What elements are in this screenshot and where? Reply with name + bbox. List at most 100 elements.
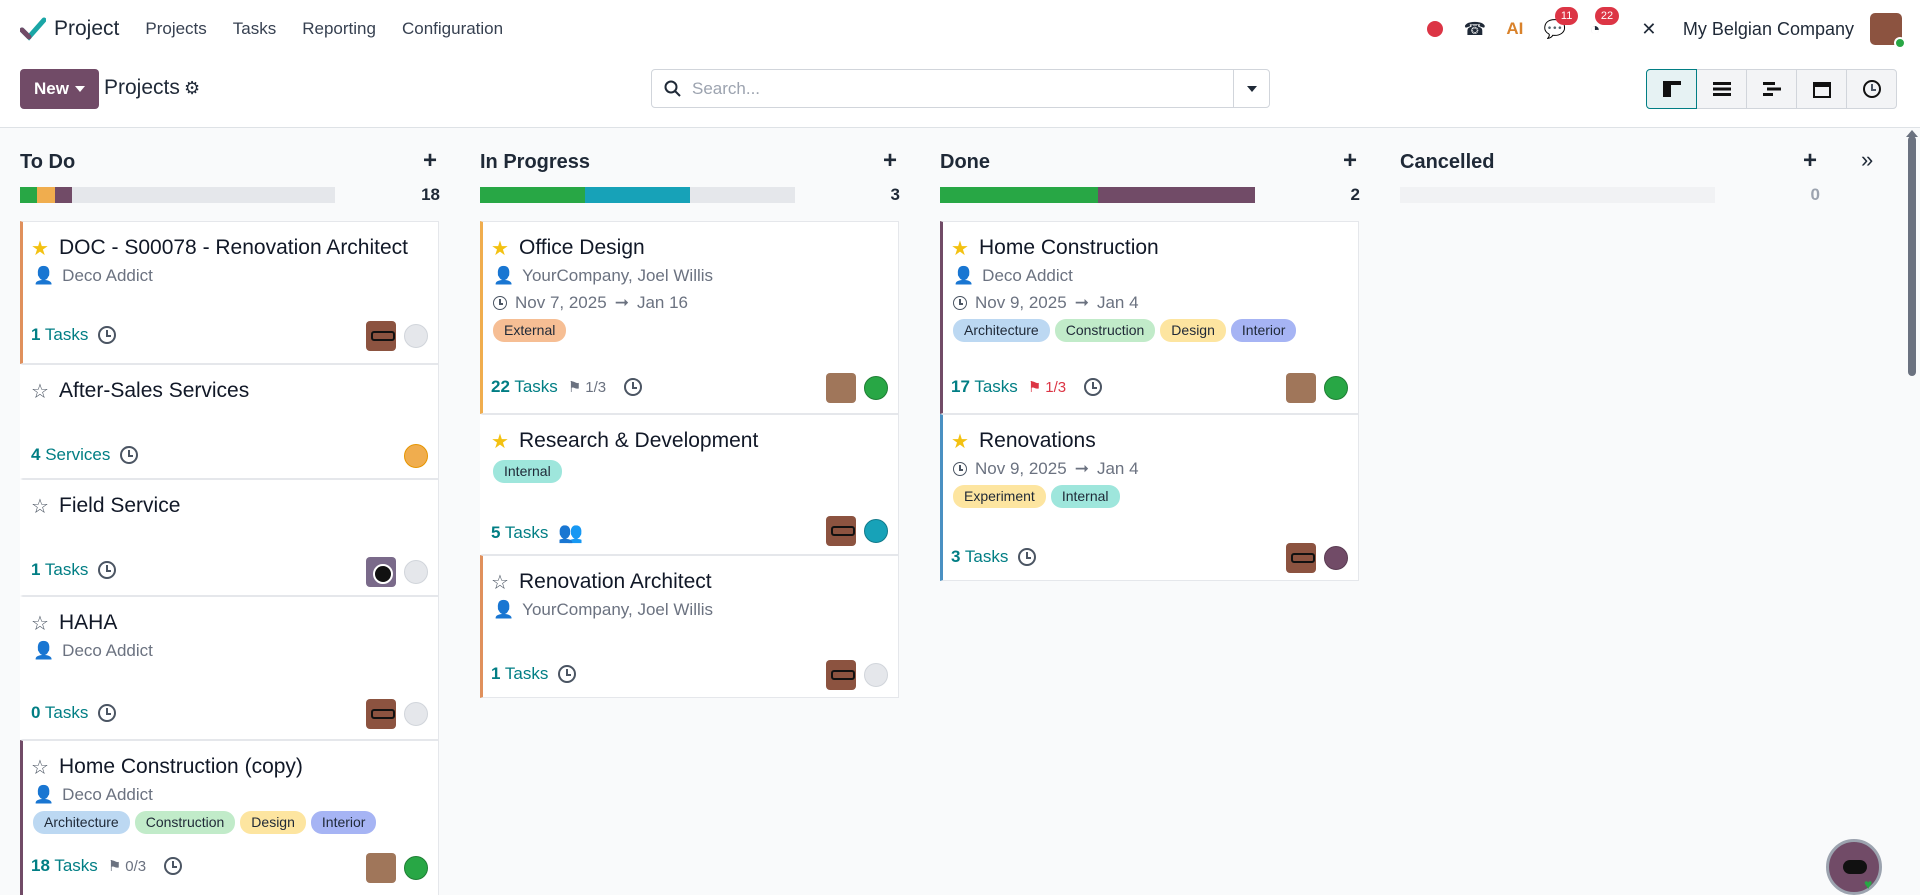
favorite-star-icon[interactable]: ☆	[31, 614, 49, 634]
project-card[interactable]: ☆ Field Service 1 Tasks	[20, 479, 439, 596]
progress-segment[interactable]	[20, 187, 38, 203]
favorite-star-icon[interactable]: ★	[951, 432, 969, 452]
task-count-link[interactable]: 1 Tasks	[491, 664, 548, 684]
project-app-logo[interactable]	[20, 16, 46, 42]
new-button[interactable]: New	[20, 69, 99, 109]
scrollbar-thumb[interactable]	[1908, 136, 1916, 376]
favorite-star-icon[interactable]: ★	[951, 239, 969, 259]
kanban-view-button[interactable]	[1646, 69, 1697, 109]
status-dot[interactable]	[864, 663, 888, 687]
favorite-star-icon[interactable]: ☆	[31, 497, 49, 517]
task-count-link[interactable]: 5 Tasks	[491, 523, 548, 543]
column-progress-todo[interactable]	[20, 187, 335, 203]
project-card[interactable]: ☆ Home Construction (copy) 👤 Deco Addict …	[20, 740, 439, 895]
status-dot[interactable]	[404, 702, 428, 726]
task-count-link[interactable]: 17 Tasks	[951, 377, 1018, 397]
user-avatar[interactable]	[1870, 13, 1906, 49]
progress-segment[interactable]	[1097, 187, 1255, 203]
menu-tasks[interactable]: Tasks	[233, 19, 276, 39]
activity-clock-icon[interactable]	[98, 326, 117, 344]
activity-clock-icon[interactable]	[1018, 548, 1037, 566]
column-progress-inprogress[interactable]	[480, 187, 795, 203]
progress-segment[interactable]	[54, 187, 72, 203]
list-view-button[interactable]	[1696, 69, 1747, 109]
followers-icon[interactable]: 👥	[558, 520, 583, 545]
column-title-cancelled[interactable]: Cancelled	[1400, 151, 1494, 174]
activity-view-button[interactable]	[1846, 69, 1897, 109]
task-count-link[interactable]: 1 Tasks	[31, 560, 88, 580]
activity-clock-icon[interactable]	[1084, 378, 1103, 396]
progress-segment[interactable]	[37, 187, 55, 203]
project-card[interactable]: ★ Renovations Nov 9, 2025 ➞ Jan 4 Experime…	[940, 414, 1359, 581]
status-dot[interactable]	[1324, 546, 1348, 570]
status-dot[interactable]	[864, 519, 888, 543]
user-avatar[interactable]	[366, 557, 396, 587]
column-add-cancelled[interactable]: +	[1803, 147, 1817, 175]
activities-icon[interactable]: ◔ 22	[1583, 7, 1620, 41]
project-card[interactable]: ☆ Renovation Architect 👤 YourCompany, Joe…	[480, 555, 899, 698]
gear-icon[interactable]: ⚙	[184, 78, 200, 99]
menu-projects[interactable]: Projects	[145, 19, 206, 39]
status-dot[interactable]	[1324, 376, 1348, 400]
user-avatar[interactable]	[1286, 373, 1316, 403]
column-fold-icon[interactable]: »	[1861, 147, 1873, 173]
project-card[interactable]: ★ Research & Development Internal 5 Task…	[480, 414, 899, 555]
activity-clock-icon[interactable]	[120, 446, 139, 464]
progress-segment[interactable]	[480, 187, 585, 203]
column-progress-done[interactable]	[940, 187, 1255, 203]
column-add-inprogress[interactable]: +	[883, 147, 897, 175]
company-switcher[interactable]: My Belgian Company	[1683, 19, 1854, 40]
activity-clock-icon[interactable]	[624, 378, 643, 396]
search-input[interactable]	[692, 78, 1192, 100]
status-dot[interactable]	[404, 856, 428, 880]
favorite-star-icon[interactable]: ☆	[31, 382, 49, 402]
column-title-done[interactable]: Done	[940, 151, 990, 174]
menu-configuration[interactable]: Configuration	[402, 19, 503, 39]
column-add-done[interactable]: +	[1343, 147, 1357, 175]
task-count-link[interactable]: 3 Tasks	[951, 547, 1008, 567]
menu-reporting[interactable]: Reporting	[302, 19, 376, 39]
status-dot[interactable]	[404, 324, 428, 348]
favorite-star-icon[interactable]: ★	[491, 432, 509, 452]
gantt-view-button[interactable]	[1746, 69, 1797, 109]
phone-icon[interactable]: ☎	[1463, 17, 1487, 41]
favorite-star-icon[interactable]: ☆	[491, 573, 509, 593]
task-count-link[interactable]: 1 Tasks	[31, 325, 88, 345]
user-avatar[interactable]	[366, 699, 396, 729]
project-card[interactable]: ★ Home Construction 👤 Deco Addict Nov 9, …	[940, 221, 1359, 414]
task-count-link[interactable]: 18 Tasks	[31, 856, 98, 876]
status-dot[interactable]	[404, 560, 428, 584]
column-title-inprogress[interactable]: In Progress	[480, 151, 590, 174]
user-avatar[interactable]	[1286, 543, 1316, 573]
favorite-star-icon[interactable]: ★	[31, 239, 49, 259]
ai-icon[interactable]: AI	[1503, 17, 1527, 41]
activity-clock-icon[interactable]	[98, 704, 117, 722]
activity-clock-icon[interactable]	[558, 665, 577, 683]
status-dot[interactable]	[404, 444, 428, 468]
search-options-toggle[interactable]	[1233, 70, 1269, 107]
activity-clock-icon[interactable]	[164, 857, 183, 875]
task-count-link[interactable]: 4 Services	[31, 445, 110, 465]
debug-tools-icon[interactable]: ✕	[1637, 17, 1661, 41]
task-count-link[interactable]: 0 Tasks	[31, 703, 88, 723]
user-avatar[interactable]	[366, 853, 396, 883]
user-avatar[interactable]	[826, 660, 856, 690]
progress-segment[interactable]	[940, 187, 1098, 203]
column-progress-cancelled[interactable]	[1400, 187, 1715, 203]
calendar-view-button[interactable]	[1796, 69, 1847, 109]
app-name[interactable]: Project	[54, 17, 119, 41]
progress-segment[interactable]	[584, 187, 690, 203]
livechat-button[interactable]	[1826, 839, 1882, 895]
project-card[interactable]: ☆ HAHA 👤 Deco Addict 0 Tasks	[20, 596, 439, 740]
project-card[interactable]: ★ Office Design 👤 YourCompany, Joel Willi…	[480, 221, 899, 414]
messages-icon[interactable]: 💬 11	[1543, 7, 1579, 41]
project-card[interactable]: ★ DOC - S00078 - Renovation Architect 👤 D…	[20, 221, 439, 364]
favorite-star-icon[interactable]: ☆	[31, 758, 49, 778]
status-dot[interactable]	[864, 376, 888, 400]
project-card[interactable]: ☆ After-Sales Services 4 Services	[20, 364, 439, 479]
recording-icon[interactable]	[1423, 17, 1447, 41]
activity-clock-icon[interactable]	[98, 561, 117, 579]
column-add-todo[interactable]: +	[423, 147, 437, 175]
favorite-star-icon[interactable]: ★	[491, 239, 509, 259]
user-avatar[interactable]	[826, 516, 856, 546]
